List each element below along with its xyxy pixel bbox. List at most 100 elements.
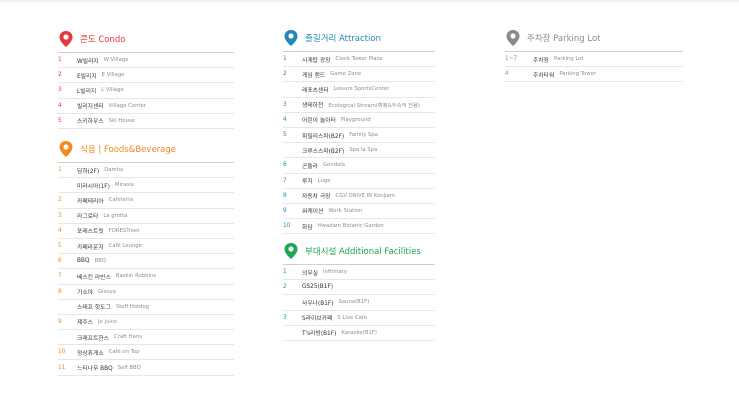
list-item: 8 기소야 Gisoya [58,285,234,300]
item-number: 1 [283,56,287,63]
item-korean-name: 제주스 [77,320,93,327]
list-item: 3 라그로타 La grotta [58,209,234,224]
list-item: 7 루지 Luge [283,174,435,189]
condo-list: 1 W빌리지 W Village 2 E빌리지 E Village 3 L빌리지 L Villa… [58,53,234,129]
list-item: 스테프 핫도그 Steff Hotdog [58,300,234,315]
item-korean-name: 크래프트한스 [77,335,109,342]
item-number: 8 [58,288,62,295]
item-number: 2 [283,284,287,291]
item-korean-name: 레포츠센터 [302,87,329,94]
item-english-name: Sauna(B1F) [338,299,370,306]
item-english-name: BBQ [94,258,106,265]
item-number: 3 [283,314,287,321]
item-korean-name: 휘릴리스파(B2F) [302,133,345,140]
item-korean-name: 화담 [302,224,313,231]
item-korean-name: 담하(2F) [77,168,100,175]
list-item: 2 GS25(B1F) [283,280,435,296]
item-korean-name: 생태하천 [302,103,324,110]
condo-title: 콘도 Condo [80,35,126,45]
map-pin-icon [284,243,298,259]
item-number: 10 [58,349,66,356]
attraction-header: 즐길거리 Attraction [283,29,435,47]
item-english-name: L Village [101,87,124,94]
item-number: 6 [283,162,287,169]
item-english-name: Cafeteria [108,197,133,204]
item-english-name: Self BBQ [117,364,141,371]
list-item: 1~7 주차장 Parking Lot [505,52,683,68]
item-korean-name: 포레스트릿 [77,229,104,236]
item-number: 7 [58,273,62,280]
item-english-name: Je Juice [98,318,118,325]
item-english-name: Café Lounge [108,243,142,250]
item-number: 3 [58,212,62,219]
item-number: 9 [283,207,287,214]
item-number: 3 [58,87,62,94]
item-english-name: S Live Cafe [337,314,367,321]
list-item: 2 카페테리아 Cafeteria [58,193,234,209]
item-korean-name: 게임 랜드 [302,72,326,79]
list-item: 4 어린이 놀이터 Playground [283,113,435,128]
item-korean-name: 기소야 [77,290,93,297]
item-number: 1 [283,269,287,276]
item-english-name: Parking Tower [559,71,597,78]
item-korean-name: 느티나무 BBQ [77,366,113,373]
item-english-name: Café on Top [108,349,140,356]
item-number: 10 [283,223,291,230]
item-english-name: Baskin Robbins [115,273,157,280]
list-item: 3 L빌리지 L Village [58,83,234,99]
parking-title: 주차장 Parking Lot [527,34,601,44]
list-item: 4 포레스트릿 FORESTreet [58,224,234,239]
attraction-title: 즐길거리 Attraction [305,34,381,44]
additional-section: 부대시설 Additional Facilities 1 의무실 Infirmary… [283,242,435,341]
item-number: 8 [283,192,287,199]
item-english-name: Family Spa [349,132,378,139]
item-korean-name: 어린이 놀이터 [302,118,336,125]
item-number: 1 [58,57,62,64]
map-pin-icon [284,30,298,46]
condo-section: 콘도 Condo 1 W빌리지 W Village 2 E빌리지 E Village 3 L빌… [58,30,234,129]
item-english-name: Mirasia [114,182,134,189]
item-number: 3 [283,101,287,108]
item-number: 2 [58,197,62,204]
additional-header: 부대시설 Additional Facilities [283,242,435,260]
item-number: 4 [505,71,509,78]
foods-list: 1 담하(2F) Damha 미라시아(1F) Mirasia 2 카페테리아 Cafeter… [58,163,234,376]
item-korean-name: 사우나(B1F) [302,300,334,307]
foods-header: 식음 | Foods&Beverage [58,140,234,158]
map-pin-icon [506,30,520,46]
item-number: 5 [58,117,62,124]
item-korean-name: 스테프 핫도그 [77,305,111,312]
item-english-name: CGV DRIVE IN Konjiam [335,192,395,199]
list-item: 4 빌리지센터 Village Center [58,99,234,114]
item-number: 5 [283,132,287,139]
list-item: 크래프트한스 Craft Hans [58,330,234,346]
list-item: 9 워케이션 Work Station [283,204,435,220]
list-item: 2 게임 랜드 Game Zone [283,67,435,83]
item-korean-name: 크루스스파(B2F) [302,148,345,155]
item-english-name: Gondola [323,162,346,169]
map-pin-icon [59,141,73,157]
item-number: 4 [58,102,62,109]
item-number: 4 [58,227,62,234]
additional-title: 부대시설 Additional Facilities [305,247,421,257]
list-item: 3 생태하천 Ecological Stream(휘핑&두속적 전용) [283,98,435,113]
list-item: 미라시아(1F) Mirasia [58,178,234,194]
list-item: 8 자동차 극장 CGV DRIVE IN Konjiam [283,189,435,204]
additional-list: 1 의무실 Infirmary 2 GS25(B1F) 사우나(B1F) Sauna(B1F… [283,265,435,341]
list-item: 2 E빌리지 E Village [58,68,234,84]
item-number: 1 [58,167,62,174]
item-english-name: Parking Lot [554,56,584,63]
item-korean-name: S라이브카페 [302,316,333,323]
item-english-name: Steff Hotdog [115,303,150,310]
list-item: 6 곤돌라 Gondola [283,158,435,174]
list-item: 1 W빌리지 W Village [58,53,234,69]
item-korean-name: 미라시아(1F) [77,183,110,190]
item-korean-name: E빌리지 [77,73,97,80]
item-korean-name: T's라방(B1F) [302,331,337,338]
item-english-name: Hwadam Botanic Garden [317,223,384,230]
item-number: 7 [283,177,287,184]
item-english-name: Ecological Stream(휘핑&두속적 전용) [328,102,420,109]
item-english-name: La grotta [103,212,128,219]
foods-title: 식음 | Foods&Beverage [80,145,176,155]
list-item: 사우나(B1F) Sauna(B1F) [283,295,435,311]
